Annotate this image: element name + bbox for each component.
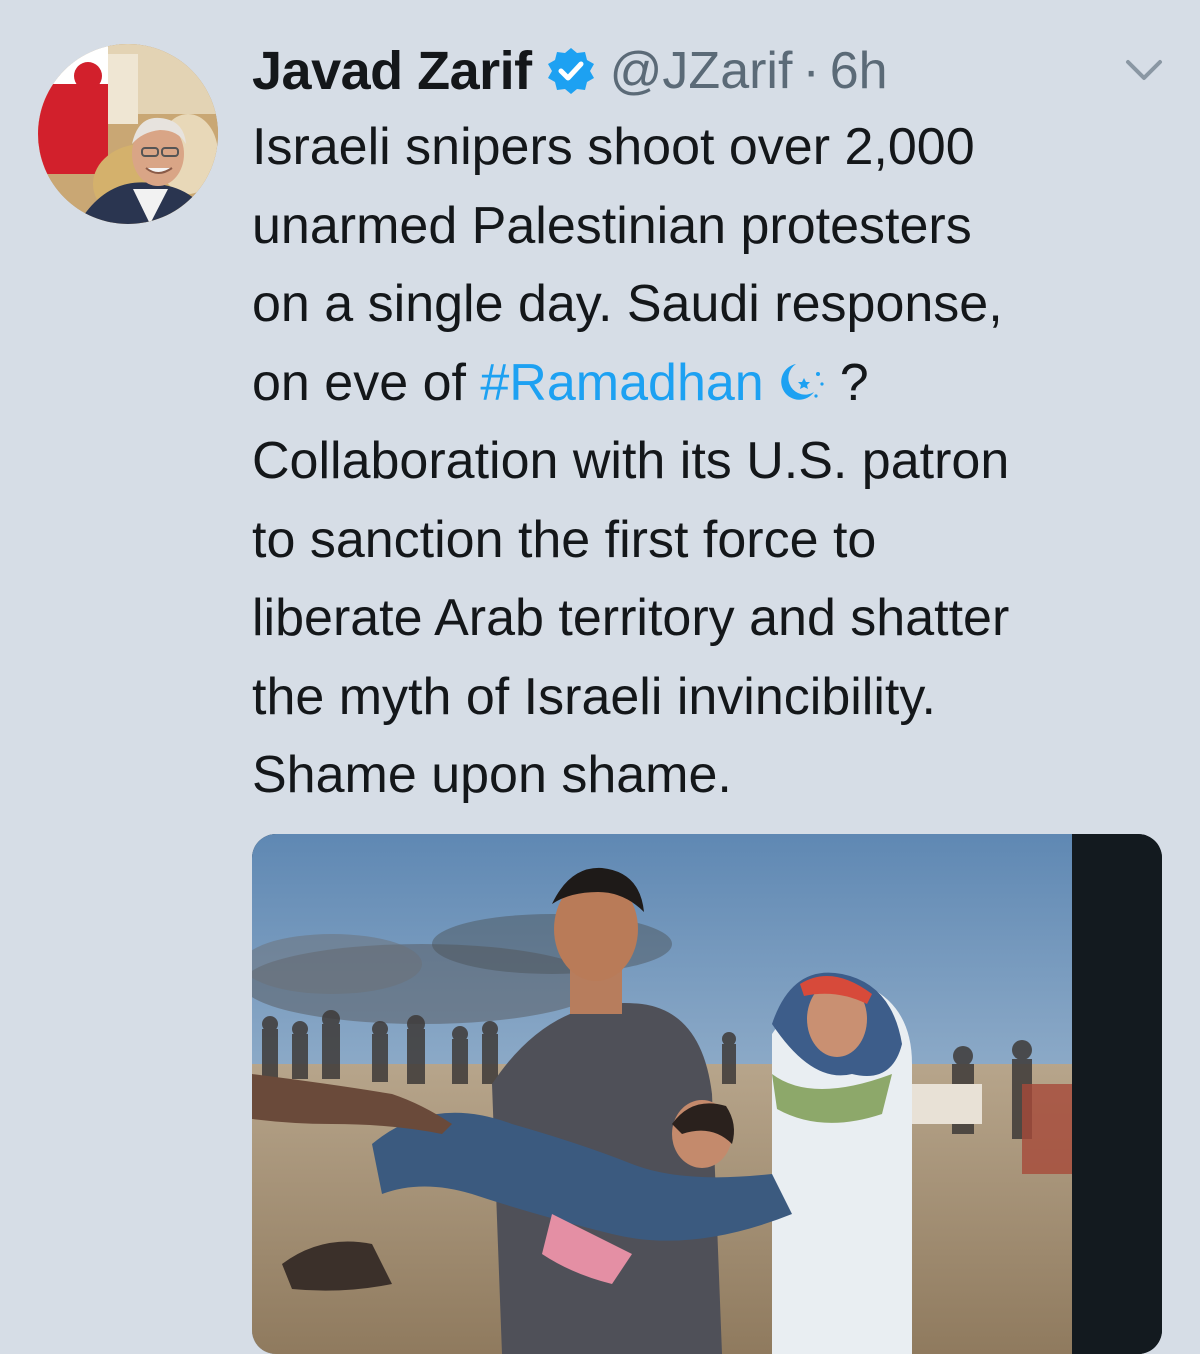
tweet-text-line: Collaboration with its U.S. patron: [252, 432, 1010, 490]
tweet-header: Javad Zarif @JZarif · 6h: [252, 36, 888, 106]
tweet-text: Israeli snipers shoot over 2,000 unarmed…: [252, 108, 1172, 815]
media-image: [252, 834, 1162, 1354]
author-name[interactable]: Javad Zarif: [252, 40, 532, 102]
crescent-moon-star-icon: [774, 348, 828, 400]
verified-badge-icon: [546, 46, 596, 96]
tweet-text-line: Shame upon shame.: [252, 746, 732, 804]
tweet-timestamp[interactable]: 6h: [830, 41, 888, 101]
hashtag-link[interactable]: #Ramadhan: [480, 354, 763, 412]
text-segment: on eve of: [252, 353, 481, 412]
meta-separator: ·: [802, 42, 820, 100]
chevron-down-icon[interactable]: [1122, 52, 1166, 88]
tweet-text-line: liberate Arab territory and shatter: [252, 589, 1010, 647]
tweet-text-line: to sanction the first force to: [252, 510, 877, 569]
avatar[interactable]: [38, 44, 218, 224]
author-handle[interactable]: @JZarif: [610, 41, 793, 101]
avatar-photo: [38, 44, 218, 224]
tweet-media-photo[interactable]: [252, 834, 1162, 1354]
tweet-text-line: unarmed Palestinian protesters: [252, 196, 972, 255]
tweet[interactable]: Javad Zarif @JZarif · 6h Israeli snipers…: [0, 0, 1200, 1354]
text-segment: ?: [839, 353, 869, 412]
tweet-text-line: Israeli snipers shoot over 2,000: [252, 118, 975, 176]
tweet-text-line-hashtag: on eve of #Ramadhan?: [252, 344, 1172, 423]
tweet-text-line: the myth of Israeli invincibility.: [252, 667, 936, 726]
tweet-text-line: on a single day. Saudi response,: [252, 275, 1003, 333]
